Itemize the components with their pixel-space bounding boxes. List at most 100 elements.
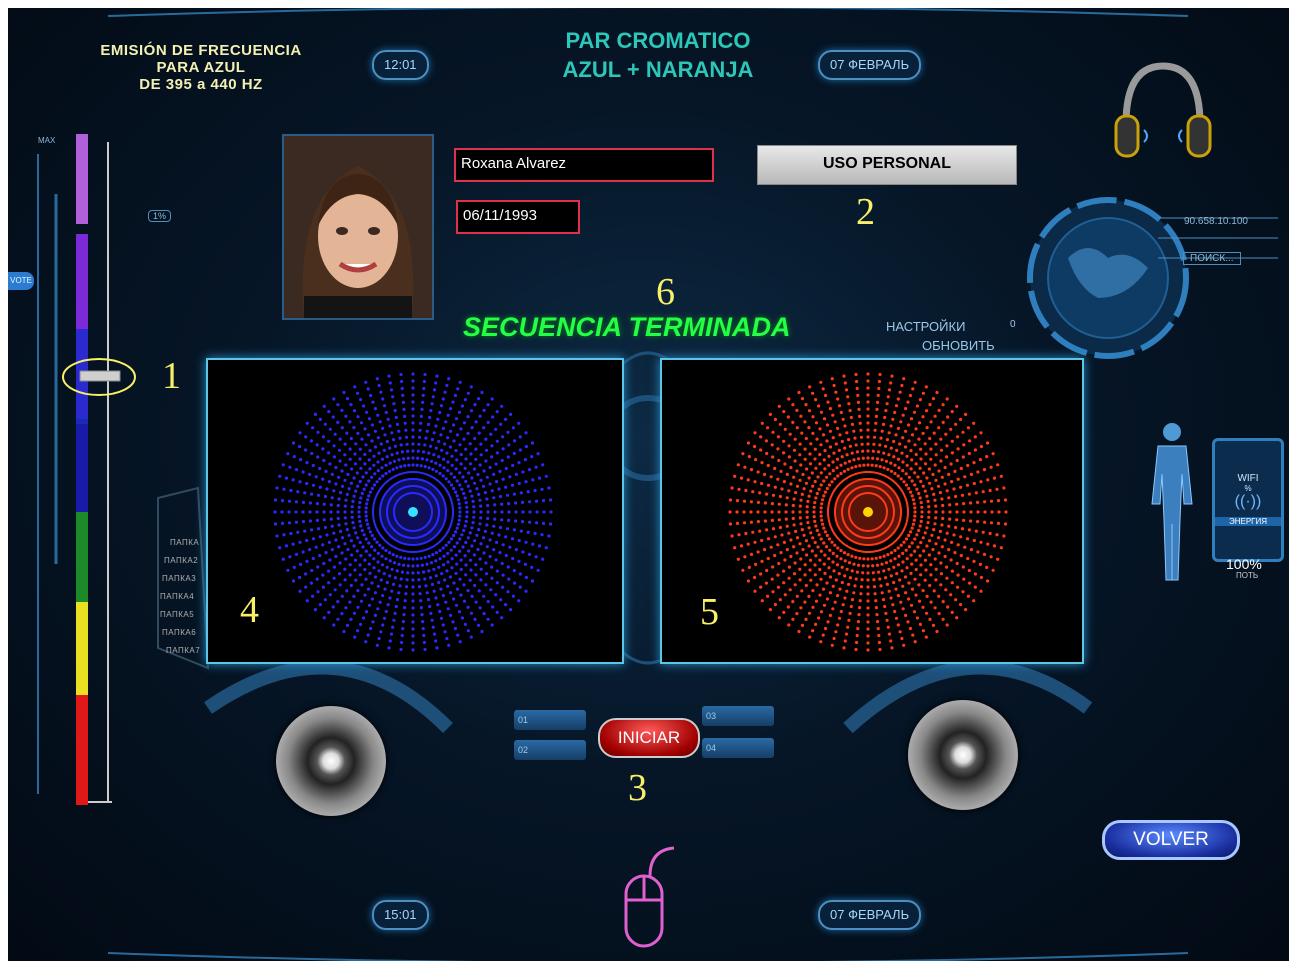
pattern-dot bbox=[344, 557, 348, 561]
pattern-dot bbox=[462, 599, 467, 603]
name-field[interactable]: Roxana Alvarez bbox=[454, 148, 714, 182]
pattern-dot bbox=[964, 608, 968, 612]
control-box[interactable]: 04 bbox=[702, 738, 774, 758]
pattern-dot bbox=[284, 476, 289, 480]
pattern-dot bbox=[384, 557, 388, 561]
pattern-dot bbox=[287, 521, 292, 525]
pattern-dot bbox=[479, 510, 483, 514]
search-field[interactable]: ПОИСК... bbox=[1183, 252, 1241, 265]
pattern-dot bbox=[536, 568, 540, 572]
settings-label[interactable]: НАСТРОЙКИ bbox=[886, 319, 965, 334]
pattern-dot bbox=[466, 415, 470, 419]
left-speaker-icon[interactable] bbox=[276, 706, 386, 816]
pattern-dot bbox=[976, 510, 980, 514]
pattern-dot bbox=[934, 510, 938, 514]
pattern-dot bbox=[822, 526, 826, 530]
update-label[interactable]: ОБНОВИТЬ bbox=[922, 338, 995, 353]
pattern-dot bbox=[789, 554, 793, 559]
pattern-dot bbox=[763, 501, 767, 505]
pattern-dot bbox=[814, 622, 818, 626]
pattern-dot bbox=[495, 439, 499, 443]
birthdate-field[interactable]: 06/11/1993 bbox=[456, 200, 580, 234]
right-speaker-icon[interactable] bbox=[908, 700, 1018, 810]
pattern-dot bbox=[491, 605, 495, 609]
pattern-dot bbox=[959, 466, 963, 471]
pattern-dot bbox=[959, 417, 963, 421]
pattern-dot bbox=[452, 533, 456, 538]
pattern-dot bbox=[363, 593, 367, 597]
pattern-dot bbox=[902, 480, 906, 484]
pattern-dot bbox=[442, 554, 446, 558]
pattern-dot bbox=[932, 589, 936, 593]
pattern-dot bbox=[926, 499, 930, 503]
pattern-dot bbox=[438, 471, 442, 476]
pattern-dot bbox=[463, 466, 467, 470]
pattern-dot bbox=[422, 640, 426, 645]
pattern-dot bbox=[476, 472, 480, 477]
pattern-dot bbox=[966, 463, 970, 468]
pattern-dot bbox=[840, 565, 844, 569]
pattern-dot bbox=[345, 528, 349, 532]
pattern-dot bbox=[452, 597, 456, 601]
energy-label: ЭНЕРГИЯ bbox=[1215, 517, 1281, 526]
control-box[interactable]: 02 bbox=[514, 740, 586, 760]
pattern-dot bbox=[334, 482, 338, 486]
pattern-dot bbox=[954, 525, 958, 530]
pattern-dot bbox=[819, 514, 823, 518]
pattern-dot bbox=[399, 647, 403, 652]
pattern-dot bbox=[349, 583, 353, 588]
pattern-dot bbox=[1002, 534, 1006, 538]
pattern-dot bbox=[424, 436, 428, 440]
pattern-dot bbox=[524, 589, 528, 593]
pattern-dot bbox=[786, 415, 790, 419]
pattern-dot bbox=[815, 437, 819, 441]
pattern-dot bbox=[494, 593, 498, 597]
pattern-dot bbox=[484, 437, 488, 441]
pattern-dot bbox=[447, 377, 451, 381]
back-button[interactable]: VOLVER bbox=[1102, 820, 1240, 860]
pattern-dot bbox=[429, 611, 433, 615]
pattern-dot bbox=[464, 540, 468, 545]
pattern-dot bbox=[756, 550, 760, 554]
headphones-icon[interactable] bbox=[1108, 54, 1218, 164]
pattern-dot bbox=[846, 395, 850, 399]
control-box[interactable]: 03 bbox=[702, 706, 774, 726]
pattern-dot bbox=[435, 646, 439, 650]
pattern-dot bbox=[996, 463, 1000, 467]
pattern-dot bbox=[395, 598, 400, 602]
pattern-dot bbox=[950, 480, 954, 484]
pattern-dot bbox=[799, 522, 803, 526]
pattern-dot bbox=[866, 372, 870, 376]
pattern-dot bbox=[420, 457, 424, 461]
pattern-dot bbox=[770, 577, 774, 581]
control-box[interactable]: 01 bbox=[514, 710, 586, 730]
energy-sub: ПОТЬ bbox=[1236, 571, 1259, 580]
pattern-dot bbox=[411, 564, 415, 568]
personal-use-button[interactable]: USO PERSONAL bbox=[757, 145, 1017, 185]
pattern-dot bbox=[455, 526, 459, 530]
pattern-dot bbox=[989, 555, 993, 559]
pattern-dot bbox=[506, 430, 510, 434]
pattern-dot bbox=[439, 587, 443, 591]
pattern-dot bbox=[313, 608, 317, 612]
pattern-dot bbox=[816, 545, 820, 549]
pattern-dot bbox=[758, 529, 762, 533]
pattern-dot bbox=[811, 536, 815, 540]
pattern-dot bbox=[933, 606, 937, 610]
folder-label: ПАПКА bbox=[170, 538, 200, 547]
pattern-dot bbox=[291, 542, 295, 546]
pattern-dot bbox=[828, 445, 833, 449]
pattern-dot bbox=[972, 421, 976, 425]
pattern-dot bbox=[421, 620, 425, 624]
pattern-dot bbox=[361, 545, 365, 549]
pattern-dot bbox=[388, 574, 392, 578]
pattern-dot bbox=[531, 542, 535, 546]
pattern-dot bbox=[315, 577, 319, 581]
pattern-dot bbox=[782, 480, 786, 484]
pattern-dot bbox=[969, 519, 973, 523]
start-button[interactable]: INICIAR bbox=[598, 718, 700, 758]
pattern-dot bbox=[479, 478, 483, 482]
pattern-dot bbox=[798, 453, 802, 457]
pattern-dot bbox=[301, 500, 305, 504]
pattern-dot bbox=[830, 377, 834, 381]
